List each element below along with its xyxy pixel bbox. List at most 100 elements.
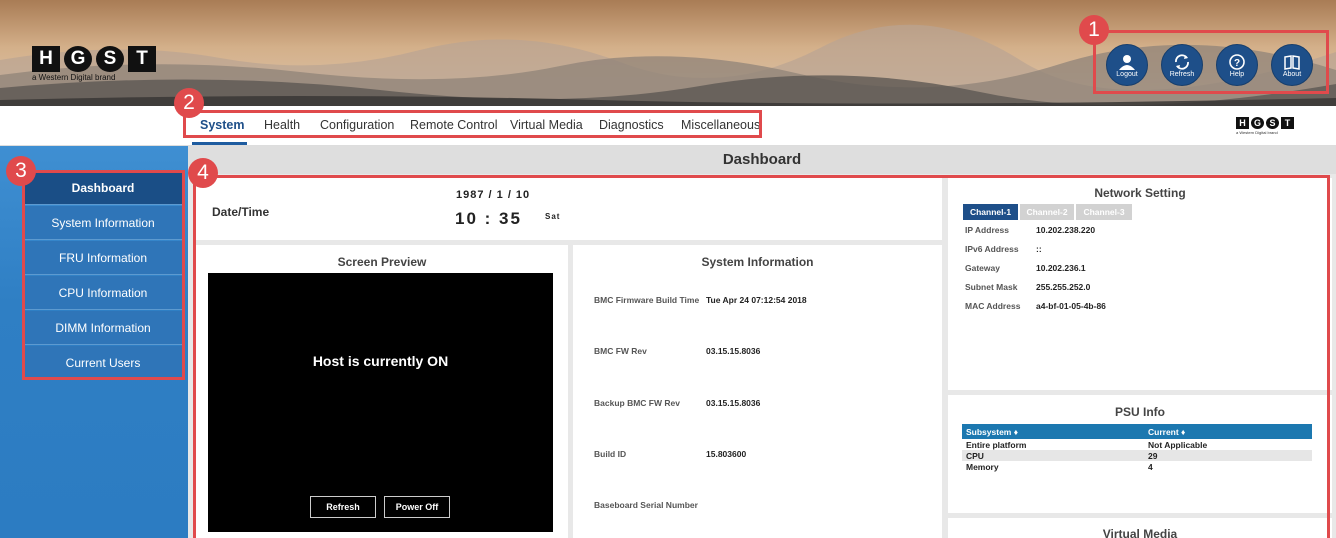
channel-1-tab[interactable]: Channel-1 [963, 204, 1018, 220]
net-value: 255.255.252.0 [1036, 282, 1091, 292]
psu-cell: 4 [1148, 461, 1153, 472]
psu-cell: Not Applicable [1148, 439, 1208, 450]
hgst-small-logo: H G S T a Western Digital brand [1236, 117, 1294, 135]
help-icon: ? [1229, 54, 1245, 70]
tab-remote-control[interactable]: Remote Control [410, 118, 498, 132]
sidebar-item-cpu-information[interactable]: CPU Information [24, 276, 182, 310]
tab-health[interactable]: Health [264, 118, 300, 132]
network-setting-title: Network Setting [1094, 186, 1186, 200]
si-key: Backup BMC FW Rev [594, 398, 680, 408]
si-key: BMC Firmware Build Time [594, 295, 699, 305]
refresh-preview-button[interactable]: Refresh [310, 496, 376, 518]
refresh-label: Refresh [1169, 71, 1195, 78]
net-key: Gateway [965, 263, 1000, 273]
hgst-logo: H G S T a Western Digital brand [32, 46, 156, 82]
header-banner: H G S T a Western Digital brand Logout R… [0, 0, 1336, 106]
psu-table: Subsystem ♦ Current ♦ Entire platform No… [962, 424, 1312, 472]
tab-virtual-media[interactable]: Virtual Media [510, 118, 583, 132]
virtual-media-panel: Virtual Media [948, 518, 1332, 538]
si-key: Baseboard Serial Number [594, 500, 698, 510]
tab-configuration[interactable]: Configuration [320, 118, 394, 132]
logo-tile: T [128, 46, 156, 72]
virtual-media-title: Virtual Media [1102, 527, 1178, 538]
date-value: 1987 / 1 / 10 [456, 189, 531, 201]
active-tab-indicator [192, 142, 247, 145]
net-key: Subnet Mask [965, 282, 1018, 292]
psu-cell: 29 [1144, 450, 1312, 461]
psu-column-subsystem[interactable]: Subsystem ♦ [962, 424, 1144, 439]
si-key-text: Backup BMC FW Rev [594, 398, 680, 408]
si-value: 03.15.15.8036 [706, 346, 761, 356]
about-button[interactable]: About [1271, 44, 1313, 86]
si-key-text: BMC FW Rev [594, 346, 647, 356]
net-value: 10.202.236.1 [1036, 263, 1086, 273]
page-title: Dashboard [188, 146, 1336, 174]
host-status-message: Host is currently ON [312, 353, 449, 369]
svg-text:?: ? [1234, 58, 1240, 69]
psu-column-current[interactable]: Current ♦ [1144, 424, 1312, 439]
sidebar-item-system-information[interactable]: System Information [24, 206, 182, 240]
psu-info-title: PSU Info [1115, 405, 1165, 419]
net-value: :: [1036, 244, 1042, 254]
table-row: Memory 4 [962, 461, 1312, 472]
refresh-header-button[interactable]: Refresh [1161, 44, 1203, 86]
logo-tile: G [1251, 117, 1264, 129]
sidebar-item-dashboard[interactable]: Dashboard [24, 171, 182, 205]
sidebar-item-dimm-information[interactable]: DIMM Information [24, 311, 182, 345]
channel-3-tab[interactable]: Channel-3 [1076, 204, 1132, 220]
si-key: Build ID [594, 449, 626, 459]
screen-preview-canvas[interactable]: Host is currently ON Refresh Power Off [208, 273, 553, 532]
user-icon [1119, 55, 1135, 70]
annotation-marker-3: 3 [6, 156, 36, 186]
tab-miscellaneous[interactable]: Miscellaneous [681, 118, 760, 132]
tab-system[interactable]: System [200, 118, 244, 132]
system-information-panel: System Information [573, 245, 942, 538]
about-label: About [1282, 71, 1302, 78]
time-value: 10 : 35 [455, 209, 522, 228]
annotation-marker-2: 2 [174, 88, 204, 118]
si-key: BMC FW Rev [594, 346, 647, 356]
screen-preview-title: Screen Preview [337, 255, 427, 269]
net-key: MAC Address [965, 301, 1021, 311]
day-value: Sat [545, 212, 561, 221]
help-label: Help [1229, 71, 1245, 78]
annotation-marker-4: 4 [188, 158, 218, 188]
logout-button[interactable]: Logout [1106, 44, 1148, 86]
si-key-text: BMC Firmware Build Time [594, 295, 700, 305]
psu-cell: Entire platform [966, 439, 1027, 450]
datetime-label: Date/Time [212, 205, 270, 219]
logout-label: Logout [1116, 71, 1138, 78]
power-off-button[interactable]: Power Off [384, 496, 450, 518]
psu-cell: Memory [966, 461, 999, 472]
sidebar: Dashboard System Information FRU Informa… [0, 146, 188, 538]
sidebar-item-fru-information[interactable]: FRU Information [24, 241, 182, 275]
tab-diagnostics[interactable]: Diagnostics [599, 118, 664, 132]
logo-subtitle: a Western Digital brand [1236, 130, 1278, 135]
si-value: Tue Apr 24 07:12:54 2018 [706, 295, 807, 305]
si-key-text: Build ID [594, 449, 627, 459]
table-row: Entire platform Not Applicable [962, 439, 1312, 450]
help-button[interactable]: ? Help [1216, 44, 1258, 86]
channel-2-tab[interactable]: Channel-2 [1020, 204, 1074, 220]
logo-tile: H [32, 46, 60, 72]
logo-tile: S [96, 46, 124, 72]
sidebar-item-current-users[interactable]: Current Users [24, 346, 182, 380]
psu-cell: CPU [962, 450, 1144, 461]
table-row: CPU 29 [962, 450, 1312, 461]
system-information-title: System Information [701, 255, 814, 269]
net-key: IPv6 Address [965, 244, 1019, 254]
logo-subtitle: a Western Digital brand [32, 73, 116, 82]
logo-tile: S [1266, 117, 1279, 129]
net-value: 10.202.238.220 [1036, 225, 1096, 235]
datetime-panel [196, 178, 942, 240]
refresh-icon [1175, 54, 1189, 70]
net-key: IP Address [965, 225, 1009, 235]
logo-tile: H [1236, 117, 1249, 129]
book-icon [1284, 55, 1300, 70]
logo-tile: T [1281, 117, 1294, 129]
si-value: 03.15.15.8036 [706, 398, 761, 408]
si-value: 15.803600 [706, 449, 747, 459]
net-value: a4-bf-01-05-4b-86 [1036, 301, 1106, 311]
logo-tile: G [64, 46, 92, 72]
si-key-text: Baseboard Serial Number [594, 500, 698, 510]
